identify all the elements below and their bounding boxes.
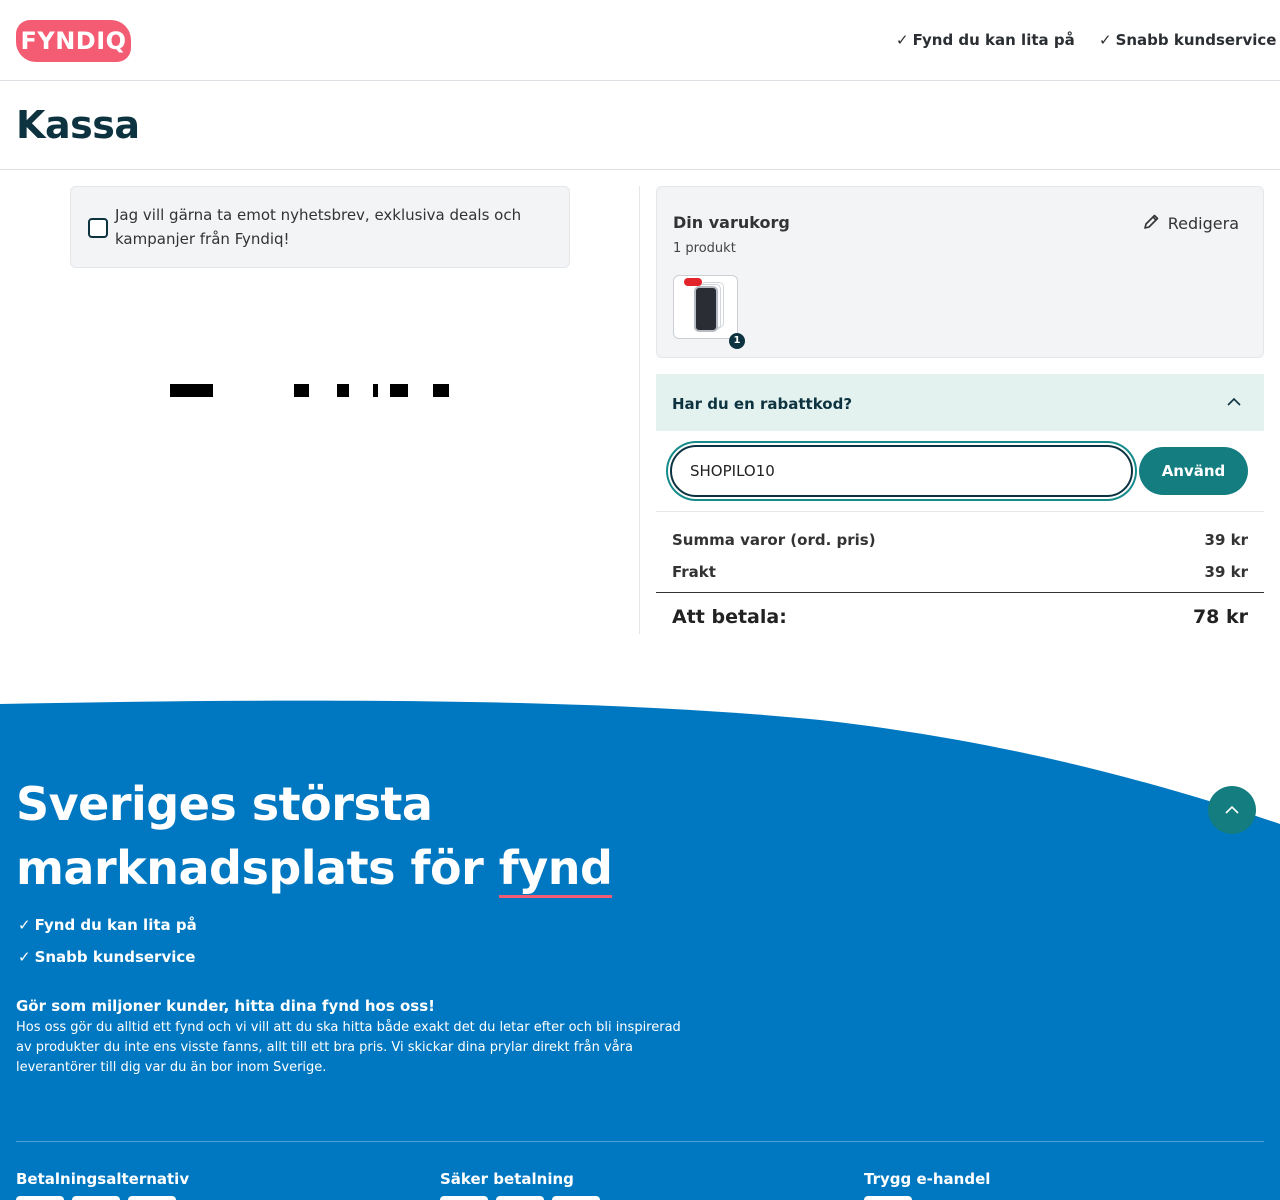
payment-logo [128,1196,176,1200]
goods-label: Summa varor (ord. pris) [672,531,876,549]
hero-highlight: fynd [498,841,613,898]
secure-payment-logo [552,1196,600,1200]
check-icon: ✓ [18,916,31,934]
footer-payment-options: Betalningsalternativ [16,1170,190,1188]
total-value: 78 kr [1192,606,1248,628]
newsletter-label[interactable]: Jag vill gärna ta emot nyhetsbrev, exklu… [115,203,555,251]
discount-toggle[interactable]: Har du en rabattkod? [656,374,1264,431]
page-title: Kassa [16,103,140,147]
phone-graphic [694,286,718,332]
newsletter-checkbox[interactable] [88,218,108,238]
footer-secure-payment: Säker betalning [440,1170,574,1188]
arrow-up-icon [1225,805,1239,814]
redacted-block [390,384,408,397]
footer-divider [16,1141,1264,1142]
shipping-value: 39 kr [1204,563,1248,581]
pencil-icon [1142,213,1160,235]
shipping-label: Frakt [672,563,716,581]
usp-trust: ✓ Fynd du kan lita på [896,31,1075,49]
product-badge [684,278,702,286]
summary-total-row: Att betala: 78 kr [672,606,1248,628]
payment-logo [72,1196,120,1200]
secure-payment-logo [496,1196,544,1200]
hero-line-1: Sveriges största [16,777,433,831]
cart-count: 1 produkt [673,241,736,256]
total-divider [656,592,1264,593]
newsletter-box: Jag vill gärna ta emot nyhetsbrev, exklu… [70,186,570,268]
usp-trust-label: Fynd du kan lita på [912,31,1075,49]
edit-cart-button[interactable]: Redigera [1142,213,1239,235]
redacted-block [294,384,309,397]
check-icon: ✓ [18,948,31,966]
secure-payment-logo [440,1196,488,1200]
cart-box: Din varukorg 1 produkt Redigera 1 [656,186,1264,358]
redacted-block [337,384,349,397]
cart-title: Din varukorg [673,213,790,232]
scroll-to-top-button[interactable] [1208,786,1256,834]
item-quantity-badge: 1 [729,333,745,349]
trust-logo [864,1196,912,1200]
summary-divider [656,511,1264,512]
discount-code-input[interactable] [670,445,1133,497]
discount-title: Har du en rabattkod? [672,395,853,413]
usp-service-label: Snabb kundservice [1115,31,1277,49]
edit-cart-label: Redigera [1167,214,1239,233]
hero-line-2: marknadsplats för fynd [16,836,613,900]
cart-item-image[interactable] [673,275,738,339]
redacted-block [170,384,213,397]
title-bar: Kassa [0,81,1280,170]
footer-usp-service-label: Snabb kundservice [34,948,196,966]
redacted-block [433,384,449,397]
fyndiq-logo[interactable]: FYNDIQ [16,20,131,62]
footer-usp-service: ✓ Snabb kundservice [18,948,195,966]
footer-usp-trust: ✓ Fynd du kan lita på [18,916,197,934]
usp-service: ✓ Snabb kundservice [1099,31,1276,49]
site-header: FYNDIQ ✓ Fynd du kan lita på ✓ Snabb kunds… [0,0,1280,81]
footer-usp-trust-label: Fynd du kan lita på [34,916,197,934]
apply-discount-button[interactable]: Använd [1139,447,1248,495]
goods-value: 39 kr [1204,531,1248,549]
redacted-block [373,384,378,397]
hero-line-2-text: marknadsplats för [16,841,484,895]
footer-hero: Sveriges största marknadsplats för fynd [16,772,613,900]
footer-safe-ecommerce: Trygg e-handel [864,1170,991,1188]
column-divider [639,186,640,634]
payment-logo [16,1196,64,1200]
total-label: Att betala: [672,606,787,628]
footer-description: Hos oss gör du alltid ett fynd och vi vi… [16,1020,681,1075]
footer-heading: Gör som miljoner kunder, hitta dina fynd… [16,997,435,1015]
check-icon: ✓ [1099,31,1112,49]
summary-goods-row: Summa varor (ord. pris) 39 kr [672,531,1248,549]
check-icon: ✓ [896,31,909,49]
summary-shipping-row: Frakt 39 kr [672,563,1248,581]
chevron-up-icon [1226,394,1242,414]
